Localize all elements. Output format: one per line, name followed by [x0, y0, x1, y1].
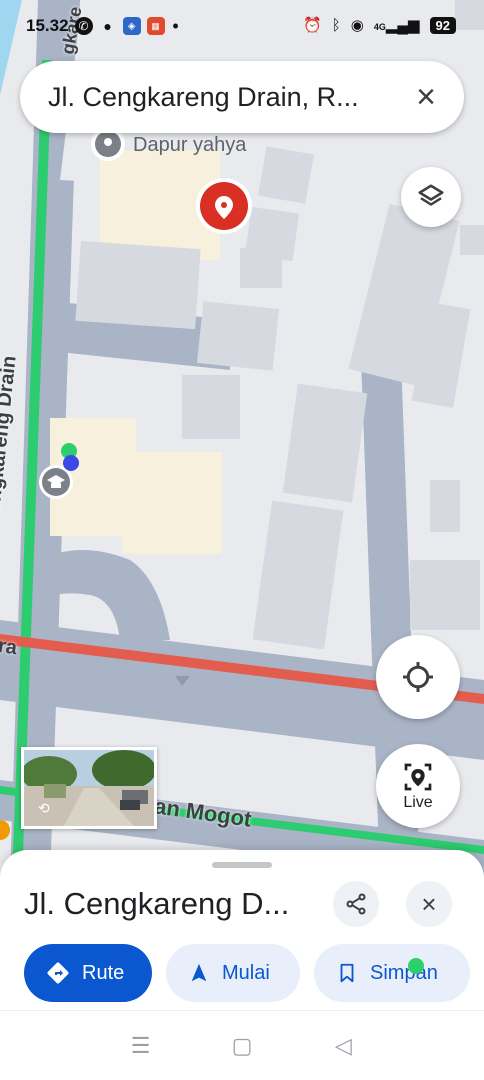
- share-icon: [346, 893, 366, 915]
- navigation-arrow-icon: [191, 963, 207, 982]
- live-view-icon: [404, 763, 432, 790]
- layers-button[interactable]: [401, 167, 461, 227]
- close-icon: ×: [421, 888, 437, 919]
- place-title: Jl. Cengkareng D...: [24, 886, 290, 921]
- rotate-360-icon: ⟲: [38, 800, 50, 816]
- chat-icon: ●: [103, 18, 112, 34]
- search-input[interactable]: Jl. Cengkareng Drain, R...: [48, 82, 408, 113]
- app-icon-2: ▦: [146, 17, 165, 35]
- close-icon[interactable]: ×: [408, 79, 444, 115]
- touch-indicator-dot: [408, 958, 424, 974]
- route-button[interactable]: Rute: [24, 944, 152, 1002]
- street-label-left: ra: [0, 634, 19, 660]
- street-view-thumbnail[interactable]: ⟲: [21, 747, 157, 829]
- battery-indicator: 92: [429, 16, 456, 34]
- whatsapp-icon: ✆: [74, 17, 93, 35]
- status-time: 15.32: [26, 16, 69, 35]
- my-location-button[interactable]: [376, 635, 460, 719]
- close-sheet-button[interactable]: ×: [406, 881, 452, 927]
- my-location-icon: [403, 662, 433, 692]
- location-icon: ◉: [350, 17, 364, 34]
- live-view-button[interactable]: Live: [376, 744, 460, 828]
- live-view-label: Live: [403, 793, 433, 811]
- layers-icon: [418, 184, 444, 206]
- save-label: Simpan: [370, 961, 438, 984]
- save-button[interactable]: Simpan: [314, 944, 470, 1002]
- directions-icon: [47, 962, 69, 984]
- place-label-dapur-yahya[interactable]: Dapur yahya: [133, 134, 246, 157]
- bluetooth-icon: ᛒ: [331, 16, 341, 34]
- status-bar: 15.32 ✆ ● ◈ ▦ • ⏰ ᛒ ◉ 4G▂▄▆ 92: [0, 0, 484, 56]
- route-label: Rute: [82, 961, 125, 984]
- home-icon[interactable]: ▢: [222, 1033, 262, 1059]
- bookmark-icon: [340, 963, 354, 983]
- back-icon[interactable]: ◁: [323, 1033, 363, 1059]
- poi-orange-marker: [0, 820, 10, 840]
- start-label: Mulai: [222, 961, 270, 984]
- share-button[interactable]: [333, 881, 379, 927]
- menu-icon[interactable]: ☰: [121, 1033, 161, 1059]
- map-pin-icon: [196, 178, 252, 234]
- system-nav-bar: ☰ ▢ ◁: [0, 1010, 484, 1080]
- status-left: 15.32 ✆ ● ◈ ▦ •: [26, 16, 181, 36]
- action-row: Rute Mulai Simpan: [24, 944, 470, 1002]
- more-notifications-icon: •: [172, 15, 179, 36]
- alarm-icon: ⏰: [303, 17, 322, 34]
- blue-dot-marker: [63, 455, 79, 471]
- search-bar[interactable]: Jl. Cengkareng Drain, R... ×: [20, 61, 464, 133]
- status-right: ⏰ ᛒ ◉ 4G▂▄▆ 92: [303, 16, 456, 34]
- drag-handle[interactable]: [212, 862, 272, 868]
- start-button[interactable]: Mulai: [166, 944, 300, 1002]
- app-icon: ◈: [122, 17, 141, 35]
- signal-icon: 4G▂▄▆: [373, 17, 420, 34]
